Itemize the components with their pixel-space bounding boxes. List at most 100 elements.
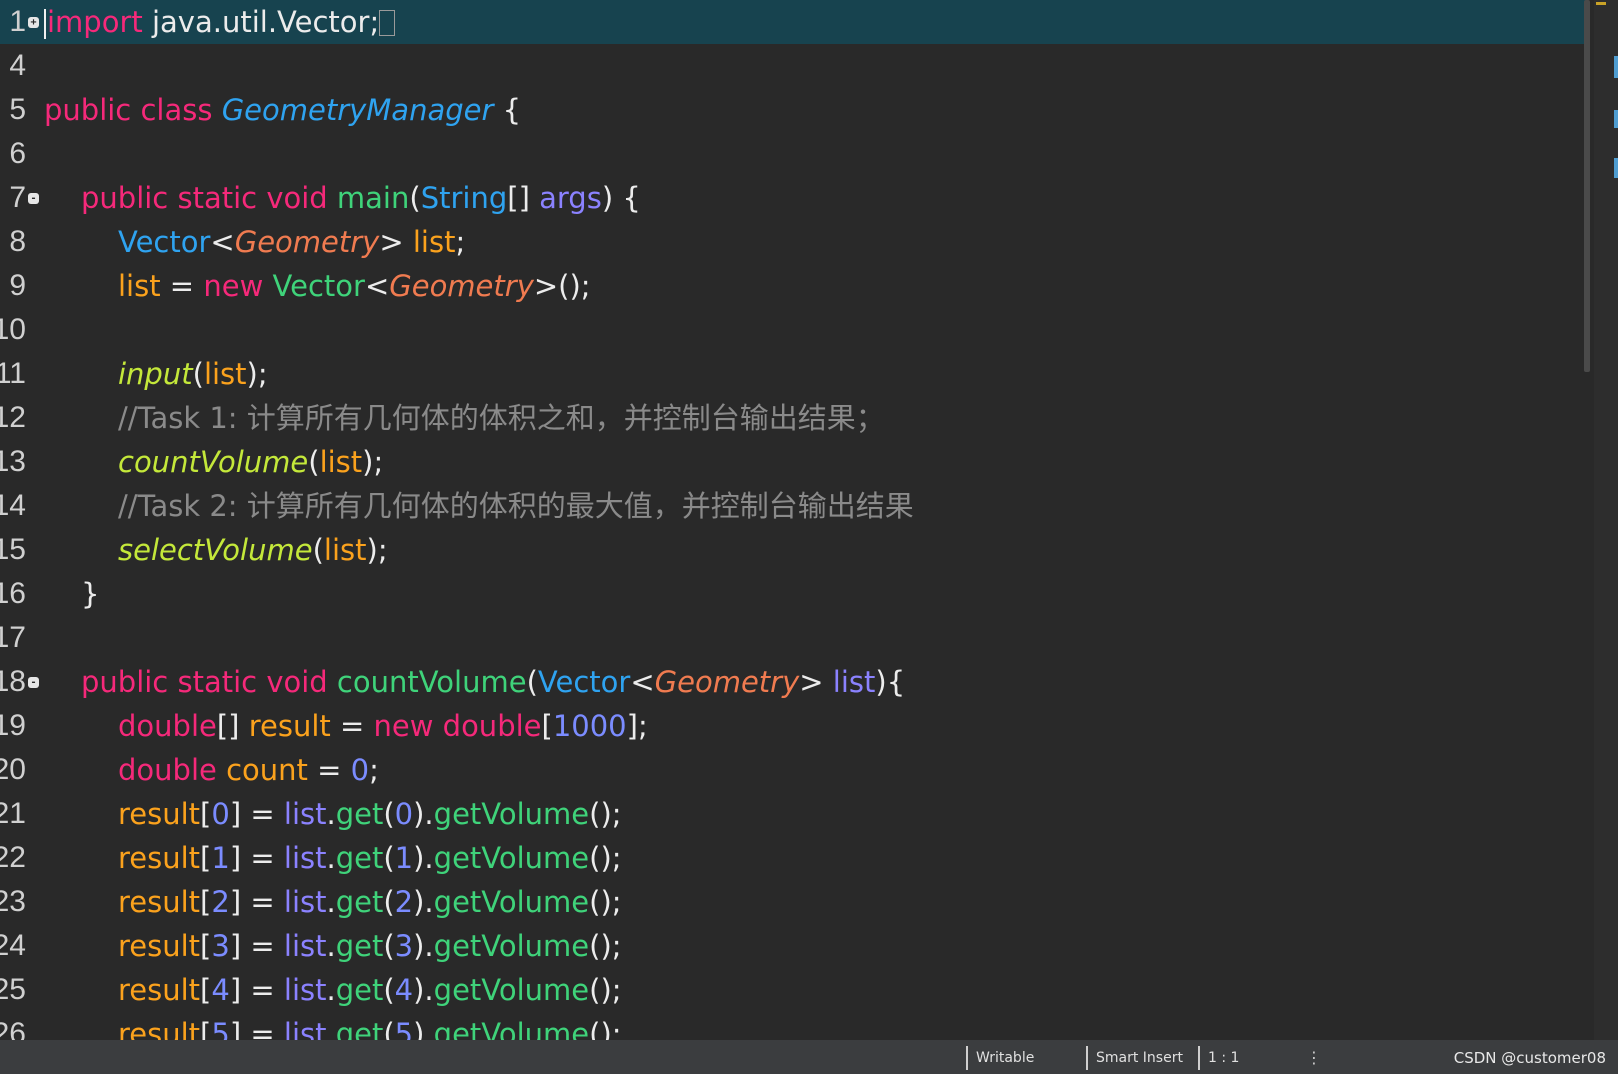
code-token: ( — [308, 445, 320, 479]
code-token: . — [326, 885, 336, 919]
code-token: ); — [362, 445, 384, 479]
code-line[interactable]: 14 //Task 2: 计算所有几何体的体积的最大值，并控制台输出结果 — [0, 484, 1588, 528]
code-token: ). — [413, 973, 434, 1007]
code-line[interactable]: 1 + import java.util.Vector; — [0, 0, 1588, 44]
status-more-icon[interactable]: ⋮ — [1306, 1046, 1322, 1070]
code-token: list — [832, 665, 876, 699]
code-line[interactable]: 16} — [0, 572, 1588, 616]
overview-ruler[interactable] — [1594, 0, 1618, 1040]
code-token: 0 — [211, 797, 230, 831]
code-line[interactable]: 10 — [0, 308, 1588, 352]
code-token: input — [118, 357, 193, 391]
code-token: 0 — [350, 753, 370, 787]
line-number: 9 — [9, 269, 26, 302]
line-number: 14 — [0, 489, 26, 522]
code-token: ; — [455, 225, 466, 259]
code-token: > — [799, 665, 833, 699]
line-number: 4 — [9, 49, 26, 82]
code-token: 3 — [394, 929, 414, 963]
code-token: ( — [383, 929, 395, 963]
code-line[interactable]: 25 result[4] = list.get(4).getVolume(); — [0, 968, 1588, 1012]
code-token: = — [160, 269, 204, 303]
code-token: ]; — [626, 709, 648, 743]
code-token: get — [335, 885, 384, 919]
code-text: double[] result = new double[1000]; — [118, 704, 648, 748]
code-text: input(list); — [118, 352, 268, 396]
expand-fold-icon[interactable]: + — [28, 17, 39, 28]
status-cursor-position[interactable]: 1 : 1 — [1198, 1046, 1239, 1070]
code-token: get — [335, 841, 384, 875]
code-token: ). — [413, 1017, 434, 1040]
code-token: [ — [200, 885, 212, 919]
code-line[interactable]: 20 double count = 0; — [0, 748, 1588, 792]
code-token: Vector — [272, 269, 365, 303]
code-line[interactable]: 4 — [0, 44, 1588, 88]
code-text: selectVolume(list); — [118, 528, 388, 572]
code-token: result — [118, 841, 201, 875]
overview-tick — [1614, 158, 1618, 178]
code-line[interactable]: 24 result[3] = list.get(3).getVolume(); — [0, 924, 1588, 968]
code-token: //Task 1: 计算所有几何体的体积之和，并控制台输出结果； — [118, 401, 885, 435]
code-text: result[3] = list.get(3).getVolume(); — [118, 924, 622, 968]
line-number: 1 — [9, 5, 26, 38]
code-token: ] = — [229, 973, 284, 1007]
code-token: import — [47, 5, 143, 39]
code-token: [ — [200, 797, 212, 831]
code-line[interactable]: 11 input(list); — [0, 352, 1588, 396]
code-token: . — [326, 841, 336, 875]
overview-tick — [1614, 56, 1618, 78]
line-number: 20 — [0, 753, 26, 786]
code-line[interactable]: 9 list = new Vector<Geometry>(); — [0, 264, 1588, 308]
code-line[interactable]: 13 countVolume(list); — [0, 440, 1588, 484]
code-token: public class — [44, 93, 222, 127]
code-token: 3 — [211, 929, 230, 963]
code-editor[interactable]: 1 + import java.util.Vector; 4 5 public class… — [0, 0, 1588, 1040]
code-token: Geometry — [654, 665, 800, 699]
collapse-fold-icon[interactable]: - — [28, 677, 39, 688]
code-text: public class GeometryManager { — [44, 88, 521, 132]
code-token: result — [118, 929, 201, 963]
code-token: (); — [589, 797, 622, 831]
code-text: //Task 2: 计算所有几何体的体积的最大值，并控制台输出结果 — [118, 484, 914, 528]
code-line[interactable]: 17 — [0, 616, 1588, 660]
code-line[interactable]: 15 selectVolume(list); — [0, 528, 1588, 572]
collapse-fold-icon[interactable]: - — [28, 193, 39, 204]
code-line[interactable]: 8 Vector<Geometry> list; — [0, 220, 1588, 264]
code-line[interactable]: 12 //Task 1: 计算所有几何体的体积之和，并控制台输出结果； — [0, 396, 1588, 440]
code-text: list = new Vector<Geometry>(); — [118, 264, 591, 308]
code-token: < — [210, 225, 235, 259]
status-insert-mode[interactable]: Smart Insert — [1086, 1046, 1183, 1070]
code-text: result[5] = list.get(5).getVolume(); — [118, 1012, 622, 1040]
code-text: Vector<Geometry> list; — [118, 220, 465, 264]
code-token: double — [118, 709, 217, 743]
code-token: . — [326, 973, 336, 1007]
code-token: ] = — [229, 1017, 284, 1040]
code-token: ( — [383, 1017, 395, 1040]
code-line[interactable]: 26 result[5] = list.get(5).getVolume(); — [0, 1012, 1588, 1040]
code-line[interactable]: 22 result[1] = list.get(1).getVolume(); — [0, 836, 1588, 880]
code-token: 4 — [211, 973, 230, 1007]
code-line[interactable]: 23 result[2] = list.get(2).getVolume(); — [0, 880, 1588, 924]
code-token: [ — [200, 1017, 212, 1040]
code-token: [ — [200, 841, 212, 875]
code-line[interactable]: 6 — [0, 132, 1588, 176]
code-line[interactable]: 21 result[0] = list.get(0).getVolume(); — [0, 792, 1588, 836]
code-token: count — [226, 753, 308, 787]
status-writable[interactable]: Writable — [966, 1046, 1034, 1070]
code-line[interactable]: 7- public static void main(String[] args)… — [0, 176, 1588, 220]
code-line[interactable]: 19 double[] result = new double[1000]; — [0, 704, 1588, 748]
code-token: ( — [383, 797, 395, 831]
code-line[interactable]: 18- public static void countVolume(Vector… — [0, 660, 1588, 704]
code-token: > — [379, 225, 413, 259]
line-number: 25 — [0, 973, 26, 1006]
code-token: ] = — [229, 841, 284, 875]
code-token: ( — [312, 533, 324, 567]
code-line[interactable]: 5 public class GeometryManager { — [0, 88, 1588, 132]
code-text: //Task 1: 计算所有几何体的体积之和，并控制台输出结果； — [118, 396, 885, 440]
vertical-scrollbar-thumb[interactable] — [1584, 0, 1590, 372]
overview-marker[interactable] — [1596, 2, 1606, 5]
code-token: ). — [413, 841, 434, 875]
line-number: 8 — [9, 225, 26, 258]
code-token: = — [307, 753, 351, 787]
code-token: Geometry — [234, 225, 380, 259]
